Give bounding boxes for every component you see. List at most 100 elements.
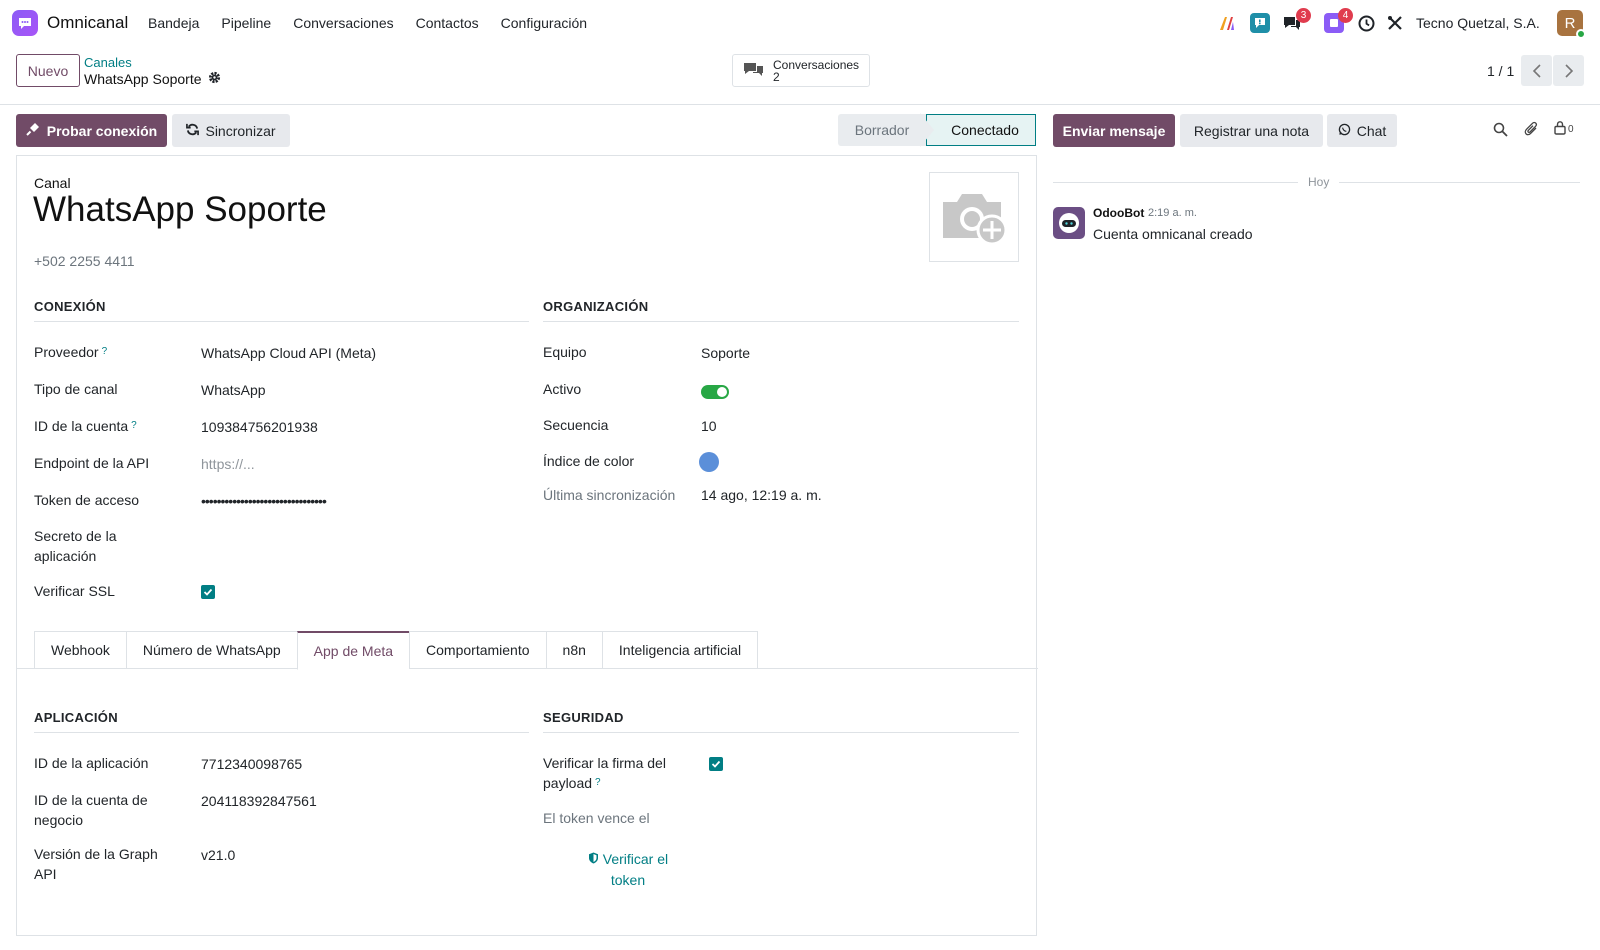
verify-payload-signature-checkbox[interactable] (709, 757, 723, 771)
clock-icon[interactable] (1356, 13, 1376, 33)
new-button[interactable]: Nuevo (16, 54, 80, 87)
tab-numero-whatsapp[interactable]: Número de WhatsApp (125, 631, 297, 669)
label-endpoint: Endpoint de la API (34, 455, 150, 471)
help-icon: ? (595, 777, 601, 788)
image-upload-field[interactable] (929, 172, 1019, 262)
tab-inteligencia-artificial[interactable]: Inteligencia artificial (601, 631, 759, 669)
verify-ssl-checkbox[interactable] (201, 585, 215, 599)
day-separator-label: Hoy (1298, 175, 1340, 189)
paperclip-icon[interactable] (1522, 120, 1540, 138)
channel-type-field[interactable]: WhatsApp (201, 382, 266, 398)
notebook-tabs: Webhook Número de WhatsApp App de Meta C… (34, 631, 759, 670)
section-title-conexion: CONEXIÓN (34, 299, 106, 314)
help-icon: ? (101, 346, 108, 357)
company-switcher[interactable]: Tecno Quetzal, S.A. (1416, 15, 1540, 31)
discuss-badge: 3 (1296, 8, 1311, 23)
tab-n8n[interactable]: n8n (545, 631, 602, 669)
record-label: Canal (34, 175, 71, 191)
label-equipo: Equipo (543, 344, 587, 360)
account-id-field[interactable]: 109384756201938 (201, 419, 318, 435)
tab-webhook[interactable]: Webhook (34, 631, 126, 669)
sync-label: Sincronizar (205, 122, 276, 139)
breadcrumb-parent[interactable]: Canales (84, 55, 132, 70)
label-activo: Activo (543, 381, 582, 397)
menu-contactos[interactable]: Contactos (416, 15, 479, 31)
tools-icon[interactable] (1385, 13, 1405, 33)
label-version-graph-api: Versión de la Graph API (34, 846, 158, 882)
tabs-divider (17, 668, 1038, 669)
ai-icon[interactable] (1217, 13, 1237, 33)
message-date: 2:19 a. m. (1148, 207, 1197, 219)
section-title-organizacion: ORGANIZACIÓN (543, 299, 649, 314)
active-toggle[interactable] (701, 385, 729, 399)
record-name-field[interactable]: WhatsApp Soporte (33, 190, 327, 230)
discuss-icon[interactable]: 3 (1282, 8, 1311, 33)
test-connection-label: Probar conexión (46, 122, 158, 139)
label-secreto: Secreto de la aplicación (34, 528, 117, 564)
record-phone-field[interactable]: +502 2255 4411 (34, 253, 135, 269)
provider-field[interactable]: WhatsApp Cloud API (Meta) (201, 345, 376, 361)
send-message-button[interactable]: Enviar mensaje (1053, 114, 1175, 147)
menu-conversaciones[interactable]: Conversaciones (293, 15, 393, 31)
section-divider (543, 732, 1019, 733)
chat-button[interactable]: Chat (1327, 114, 1397, 147)
stage-borrador[interactable]: Borrador (838, 114, 926, 146)
followers-button[interactable]: 0 (1553, 120, 1583, 138)
log-note-button[interactable]: Registrar una nota (1180, 114, 1323, 147)
chat-bubbles-icon (743, 60, 765, 81)
business-account-id-field[interactable]: 204118392847561 (201, 793, 317, 809)
section-divider (34, 321, 529, 322)
whatsapp-icon (1338, 123, 1351, 139)
omnichannel-tray-icon[interactable] (1250, 13, 1270, 33)
shield-icon (588, 851, 603, 867)
app-id-field[interactable]: 7712340098765 (201, 756, 302, 772)
label-verificar-ssl: Verificar SSL (34, 583, 115, 599)
api-endpoint-input[interactable]: https://... (201, 456, 255, 472)
label-id-cuenta: ID de la cuenta? (34, 418, 137, 434)
breadcrumb-current: WhatsApp Soporte (84, 71, 221, 87)
last-sync-field: 14 ago, 12:19 a. m. (701, 487, 822, 503)
pager-next-button[interactable] (1553, 55, 1584, 86)
menu-pipeline[interactable]: Pipeline (221, 15, 271, 31)
refresh-icon (186, 123, 200, 139)
section-title-aplicacion: APLICACIÓN (34, 710, 118, 725)
graph-api-version-field[interactable]: v21.0 (201, 847, 235, 863)
plug-icon (26, 122, 40, 139)
activity-icon[interactable]: 4 (1324, 8, 1353, 33)
menu-bandeja[interactable]: Bandeja (148, 15, 199, 31)
search-icon[interactable] (1491, 120, 1509, 138)
conversations-smart-button[interactable]: Conversaciones 2 (732, 54, 870, 87)
sequence-field[interactable]: 10 (701, 418, 717, 434)
user-lock-icon (1553, 120, 1567, 138)
sync-button[interactable]: Sincronizar (172, 114, 290, 147)
message-author[interactable]: OdooBot (1093, 206, 1144, 220)
breadcrumb-current-label: WhatsApp Soporte (84, 71, 202, 87)
app-icon[interactable] (12, 10, 38, 36)
odoobot-avatar (1053, 207, 1085, 239)
presence-status-icon (1576, 29, 1586, 39)
stage-separator-arrow (920, 113, 934, 147)
access-token-field[interactable]: •••••••••••••••••••••••••••••••• (201, 493, 327, 509)
activity-badge: 4 (1338, 8, 1353, 23)
label-token-vence: El token vence el (543, 810, 650, 826)
followers-count: 0 (1568, 123, 1574, 135)
label-tipo-canal: Tipo de canal (34, 381, 118, 397)
test-connection-button[interactable]: Probar conexión (16, 114, 167, 147)
app-name[interactable]: Omnicanal (47, 13, 128, 33)
stage-conectado[interactable]: Conectado (926, 114, 1036, 146)
smart-button-count: 2 (773, 69, 780, 84)
gear-icon[interactable] (208, 71, 221, 87)
pager-previous-button[interactable] (1521, 55, 1552, 86)
label-secuencia: Secuencia (543, 417, 609, 433)
tab-comportamiento[interactable]: Comportamiento (409, 631, 546, 669)
verify-token-button[interactable]: Verificar el token (573, 849, 683, 891)
team-field[interactable]: Soporte (701, 345, 750, 361)
app-secret-field[interactable] (201, 529, 501, 549)
camera-add-icon (939, 186, 1009, 249)
verify-token-label: Verificar el token (602, 851, 669, 888)
pager-value[interactable]: 1 / 1 (1487, 63, 1514, 79)
top-navbar: Omnicanal Bandeja Pipeline Conversacione… (0, 0, 1600, 46)
menu-configuracion[interactable]: Configuración (501, 15, 587, 31)
tab-app-de-meta[interactable]: App de Meta (296, 631, 410, 670)
color-picker[interactable] (699, 452, 719, 472)
